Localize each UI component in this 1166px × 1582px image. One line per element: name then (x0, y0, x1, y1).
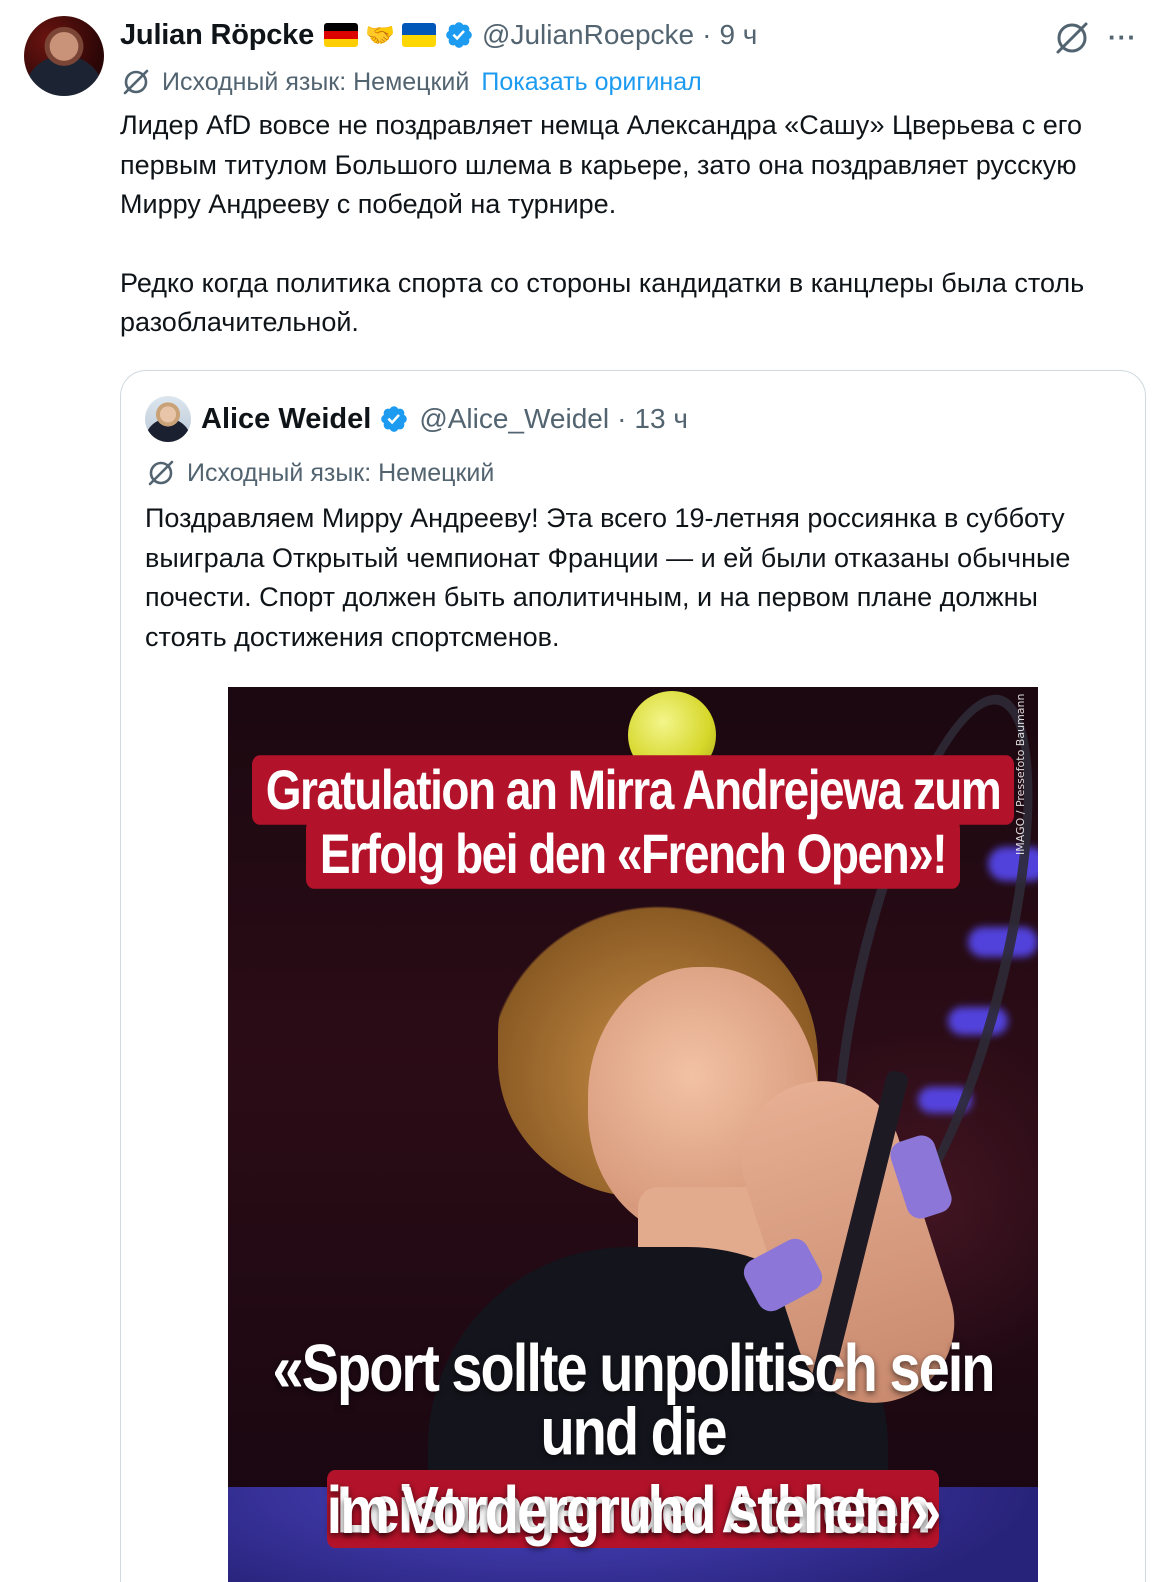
translation-source-label: Исходный язык: Немецкий (162, 67, 470, 96)
author-emoji-flags: 🤝 (324, 21, 437, 50)
separator-dot: · (617, 403, 627, 434)
quoted-tweet-text: Поздравляем Мирру Андрееву! Эта всего 19… (145, 503, 1071, 652)
separator-dot: · (702, 19, 712, 50)
tweet-text: Лидер AfD вовсе не поздравляет немца Але… (120, 106, 1156, 343)
quoted-author-handle[interactable]: @Alice_Weidel (419, 403, 609, 435)
image-headline-line-2: Erfolg bei den «French Open»! (228, 819, 1038, 889)
image-quote-line-3: im Vordergrund stehen.» (326, 1471, 942, 1548)
quoted-tweet-card[interactable]: Alice Weidel @Alice_Weidel · 13 ч Исходн… (120, 370, 1146, 1582)
quoted-tweet-time[interactable]: 13 ч (634, 403, 688, 435)
verified-badge-icon (446, 22, 472, 48)
quoted-translation-bar: Исходный язык: Немецкий (145, 455, 494, 491)
verified-badge-icon (381, 406, 408, 432)
translation-bar: Исходный язык: Немецкий Показать оригина… (120, 64, 702, 100)
author-name[interactable]: Julian Röpcke (120, 19, 314, 52)
image-quote-plain: und die (540, 1393, 727, 1469)
tweet-time[interactable]: 9 ч (719, 19, 757, 51)
image-headline-text: Erfolg bei den «French Open»! (305, 819, 961, 889)
show-original-link[interactable]: Показать оригинал (481, 68, 701, 97)
translation-source-label: Исходный язык: Немецкий (187, 458, 495, 487)
flag-ukraine-icon (402, 23, 437, 47)
author-avatar[interactable] (24, 16, 104, 96)
translate-icon (123, 69, 149, 95)
quoted-tweet-header: Alice Weidel @Alice_Weidel · 13 ч (145, 395, 688, 443)
quoted-author-name[interactable]: Alice Weidel (201, 403, 371, 436)
tweet-header: Julian Röpcke 🤝 @JulianRoepcke · 9 ч (120, 14, 757, 56)
grok-icon[interactable] (1052, 18, 1092, 58)
flag-germany-icon (324, 23, 359, 47)
more-options-icon[interactable]: ··· (1108, 22, 1148, 52)
image-headline-text: Gratulation an Mirra Andrejewa zum (251, 755, 1015, 825)
quoted-tweet-image[interactable]: IMAGO / Pressefoto Baumann Gratulation a… (228, 687, 1038, 1582)
tweet-paragraph: Лидер AfD вовсе не поздравляет немца Але… (120, 110, 1083, 219)
translate-icon (148, 460, 174, 486)
image-headline-line-1: Gratulation an Mirra Andrejewa zum (228, 755, 1038, 825)
handshake-icon: 🤝 (365, 21, 395, 49)
quoted-author-avatar[interactable] (145, 396, 191, 442)
author-handle[interactable]: @JulianRoepcke (482, 19, 694, 51)
tweet-paragraph: Редко когда политика спорта со стороны к… (120, 267, 1085, 338)
